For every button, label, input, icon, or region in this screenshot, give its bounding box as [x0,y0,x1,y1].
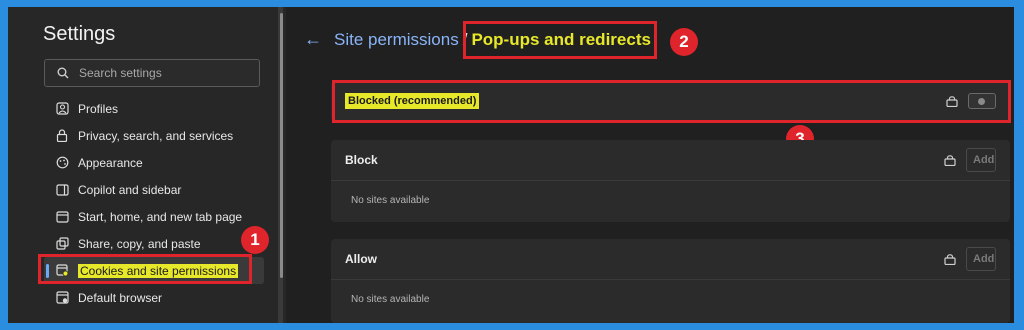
sidebar-scrollbar-thumb[interactable] [280,13,283,278]
managed-lock-icon [944,154,956,166]
sidebar-item-label: Share, copy, and paste [78,236,201,251]
managed-lock-icon [944,253,956,265]
browser-icon [54,290,70,306]
search-box[interactable] [44,59,260,87]
block-card: Block Add No sites available [331,140,1010,222]
block-controls: Add [944,140,996,180]
search-input[interactable] [79,66,239,80]
allow-card: Allow Add No sites available [331,239,1010,323]
block-empty-state: No sites available [331,180,1010,220]
sidebar: Settings Profiles Privacy, search, and s… [8,7,286,323]
allow-empty-state: No sites available [331,279,1010,319]
main-content: ← Site permissions / Pop-ups and redirec… [286,7,1014,323]
sidebar-item-copilot[interactable]: Copilot and sidebar [44,176,264,203]
appearance-icon [54,155,70,171]
sidebar-item-label: Appearance [78,155,143,170]
annotation-badge-2: 2 [670,28,698,56]
annotation-box-2 [463,21,657,59]
allow-add-button[interactable]: Add [966,247,996,271]
search-icon [57,67,69,79]
settings-window: Settings Profiles Privacy, search, and s… [8,7,1014,323]
block-title: Block [345,153,378,167]
sidebar-item-label: Copilot and sidebar [78,182,182,197]
annotation-box-3 [332,80,1011,123]
allow-header-row: Allow Add [331,239,1010,279]
breadcrumb-parent-link[interactable]: Site permissions [334,30,459,50]
sidebar-item-start-home[interactable]: Start, home, and new tab page [44,203,264,230]
sidebar-item-default-browser[interactable]: Default browser [44,284,264,311]
annotation-badge-1: 1 [241,226,269,254]
allow-title: Allow [345,252,377,266]
sidebar-item-label: Privacy, search, and services [78,128,234,143]
profile-icon [54,101,70,117]
allow-controls: Add [944,239,996,279]
lock-icon [54,128,70,144]
home-icon [54,209,70,225]
block-header-row: Block Add [331,140,1010,180]
share-icon [54,236,70,252]
sidebar-item-label: Default browser [78,290,163,305]
sidebar-icon [54,182,70,198]
sidebar-item-label: Start, home, and new tab page [78,209,243,224]
sidebar-item-label: Profiles [78,101,119,116]
sidebar-item-profiles[interactable]: Profiles [44,95,264,122]
back-arrow-icon[interactable]: ← [304,29,322,50]
block-add-button[interactable]: Add [966,148,996,172]
sidebar-item-privacy[interactable]: Privacy, search, and services [44,122,264,149]
settings-title: Settings [43,23,116,45]
annotation-box-1 [38,254,252,284]
sidebar-item-appearance[interactable]: Appearance [44,149,264,176]
sidebar-item-share[interactable]: Share, copy, and paste [44,230,264,257]
